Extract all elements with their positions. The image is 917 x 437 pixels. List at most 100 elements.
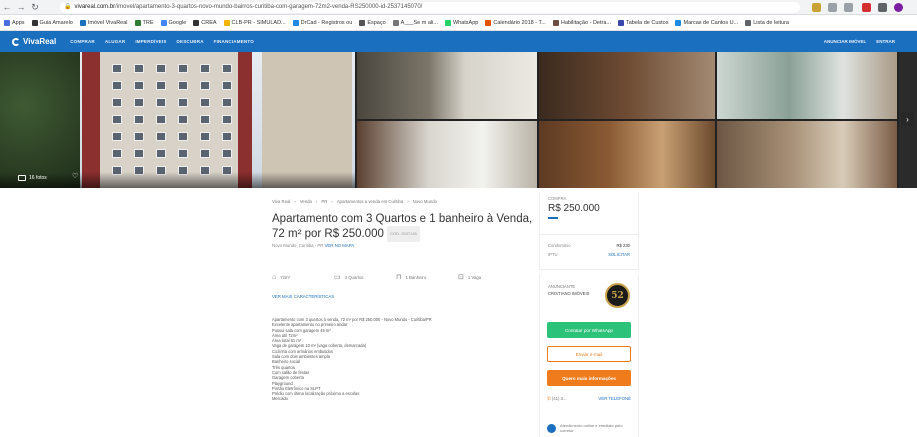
building-window: [178, 149, 188, 158]
bookmark-item[interactable]: Marcas de Cantos U...: [675, 19, 739, 26]
breadcrumb-item[interactable]: Venda: [300, 199, 312, 204]
features-link[interactable]: VER MAIS CARACTERÍSTICAS: [272, 294, 334, 299]
bookmark-favicon-icon: [134, 19, 141, 26]
building-window: [134, 149, 144, 158]
nav-item[interactable]: ALUGAR: [105, 39, 125, 44]
profile-avatar[interactable]: [894, 3, 903, 12]
bookmark-favicon-icon: [160, 19, 167, 26]
amenity-label: 1 Banheiro: [405, 274, 427, 280]
extensions-puzzle-icon[interactable]: [878, 3, 887, 12]
breadcrumb-item[interactable]: Viva Real: [272, 199, 290, 204]
breadcrumb-item[interactable]: Novo Mundo: [413, 199, 437, 204]
price-box: COMPRA R$ 250.000: [539, 192, 639, 237]
nav-item[interactable]: COMPRAR: [70, 39, 95, 44]
bookmark-item[interactable]: Imóvel VivaReal: [79, 19, 128, 26]
bookmark-item[interactable]: Tabela de Custos: [617, 19, 668, 26]
map-link[interactable]: VER NO MAPA: [325, 243, 355, 248]
gallery-next-icon[interactable]: ›: [901, 112, 914, 126]
bookmark-favicon-icon: [359, 19, 366, 26]
nav-item[interactable]: DESCUBRA: [177, 39, 204, 44]
nav-item[interactable]: IMPERDÍVEIS: [135, 39, 166, 44]
whatsapp-button[interactable]: Contatar por WhatsApp: [547, 322, 631, 338]
chat-row[interactable]: Atendimento online e imediato pelo corre…: [547, 423, 637, 433]
site-header: VivaReal COMPRAR ALUGAR IMPERDÍVEIS DESCUBR…: [0, 31, 917, 52]
more-info-button[interactable]: Quero mais informações: [547, 370, 631, 386]
bookmark-favicon-icon: [392, 19, 399, 26]
gallery-photo-5[interactable]: [357, 121, 537, 188]
heart-icon[interactable]: ♡: [72, 173, 81, 181]
zoom-icon[interactable]: [828, 3, 837, 12]
forward-icon[interactable]: →: [14, 0, 28, 15]
price-underline: [548, 217, 558, 219]
gallery-photo-2[interactable]: [357, 52, 537, 119]
main-nav: COMPRAR ALUGAR IMPERDÍVEIS DESCUBRA FINANCIA…: [70, 39, 254, 44]
gallery-photo-main[interactable]: 16 fotos ♡: [0, 52, 355, 188]
bookmark-item[interactable]: Google: [160, 19, 186, 26]
bookmark-item[interactable]: CLB-PR - SIMULAD...: [223, 19, 286, 26]
reload-icon[interactable]: ↻: [28, 0, 42, 15]
back-icon[interactable]: ←: [0, 0, 14, 15]
building-window: [178, 98, 188, 107]
breadcrumb-separator-icon: ›: [315, 199, 318, 204]
building-window: [112, 98, 122, 107]
nav-item[interactable]: FINANCIAMENTO: [214, 39, 254, 44]
bookmark-favicon-icon: [31, 19, 38, 26]
bookmark-item[interactable]: A___Se m ali...: [392, 19, 438, 26]
cost-row: IPTU SOLICITAR: [548, 252, 630, 257]
location-icon[interactable]: [812, 3, 821, 12]
bookmark-item[interactable]: Apps: [4, 19, 25, 26]
amenities-row: ⌂ 72m² ▭ 3 Quartos ⊓ 1 Banheiro ⊡ 1 Vaga: [272, 273, 520, 282]
bookmark-item[interactable]: CREA: [193, 19, 217, 26]
photo-gallery[interactable]: 16 fotos ♡ ›: [0, 52, 917, 188]
bookmark-item[interactable]: WhatsApp: [444, 19, 478, 26]
bookmark-favicon-icon: [617, 19, 624, 26]
amenity-label: 3 Quartos: [344, 274, 364, 280]
account-nav-item[interactable]: ANUNCIAR IMÓVEL: [824, 39, 867, 44]
phone-group: ✆ (41) 3...: [547, 396, 567, 402]
send-email-button[interactable]: Enviar e-mail: [547, 346, 631, 362]
gallery-photo-4[interactable]: [717, 52, 897, 119]
gallery-photo-3[interactable]: [539, 52, 715, 119]
bookmark-label: CREA: [201, 19, 217, 26]
bookmark-item[interactable]: Lista de leitura: [745, 19, 789, 26]
building-window: [222, 115, 232, 124]
bookmark-item[interactable]: Habilitação - Detra...: [552, 19, 611, 26]
advertiser-logo[interactable]: 52: [605, 283, 630, 308]
building-window: [200, 98, 210, 107]
cost-value[interactable]: SOLICITAR: [608, 252, 630, 257]
building-window: [134, 132, 144, 141]
logo-text: VivaReal: [23, 37, 57, 46]
cost-label: IPTU: [548, 252, 558, 257]
account-nav-item[interactable]: ENTRAR: [876, 39, 895, 44]
bookmark-item[interactable]: Guia Amarelo: [31, 19, 73, 26]
building-window: [200, 81, 210, 90]
advertiser-box: ANUNCIANTE CRISTIANO IMÓVEIS 52: [539, 274, 639, 318]
building-window: [222, 132, 232, 141]
building-window: [156, 81, 166, 90]
url-path: /imovel/apartamento-3-quartos-novo-mundo…: [115, 4, 423, 10]
gallery-photo-7[interactable]: [717, 121, 897, 188]
car-icon: ⊡: [458, 274, 464, 281]
bookmark-favicon-icon: [675, 19, 682, 26]
phone-number: (41) 3...: [551, 396, 567, 401]
amenity-label: 72m²: [280, 274, 291, 280]
site-logo[interactable]: VivaReal: [12, 37, 56, 46]
building-window: [178, 81, 188, 90]
breadcrumb-item[interactable]: Apartamentos a venda em Curitiba: [337, 199, 403, 204]
bookmark-label: Marcas de Cantos U...: [683, 19, 739, 26]
bookmark-item[interactable]: TRE: [134, 19, 154, 26]
star-icon[interactable]: [844, 3, 853, 12]
bookmark-favicon-icon: [444, 19, 451, 26]
bookmark-item[interactable]: Calendário 2018 - T...: [485, 19, 546, 26]
address-bar[interactable]: 🔒 vivareal.com.br/imovel/apartamento-3-qu…: [60, 2, 800, 13]
bookmark-item[interactable]: Espaço: [359, 19, 386, 26]
extension-icon[interactable]: [862, 3, 871, 12]
bookmark-favicon-icon: [745, 19, 752, 26]
bookmark-item[interactable]: DrCad - Registros ou: [292, 19, 352, 26]
photo-counter[interactable]: 16 fotos: [18, 175, 47, 181]
breadcrumb-item[interactable]: PR: [321, 199, 327, 204]
breadcrumb-separator-icon: ›: [407, 199, 409, 204]
see-phone-link[interactable]: VER TELEFONE: [598, 396, 631, 402]
cost-value: R$ 230: [616, 243, 630, 248]
gallery-photo-6[interactable]: [539, 121, 715, 188]
